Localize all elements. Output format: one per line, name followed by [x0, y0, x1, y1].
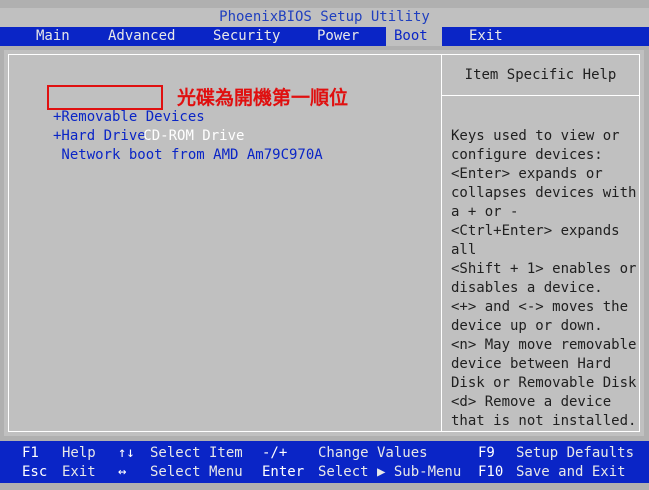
help-line: <Ctrl+Enter> expands — [451, 223, 620, 239]
help-line: device up or down. — [451, 318, 603, 334]
help-line: <n> May move removable — [451, 337, 637, 353]
boot-item-label: CD-ROM Drive — [143, 128, 245, 144]
help-line: <Shift + 1> enables or — [451, 261, 637, 277]
menu-security[interactable]: Security — [205, 27, 288, 46]
arrow-updown-icon: ↑↓ — [118, 445, 135, 461]
annotation-label: 光碟為開機第一順位 — [177, 87, 349, 109]
help-line: Disk or Removable Disk — [451, 375, 637, 391]
key-f1-label: Help — [62, 445, 96, 461]
menu-bar: Main Advanced Security Power Boot Exit — [0, 27, 649, 46]
help-line: configure devices: — [451, 147, 603, 163]
key-select-menu-label: Select Menu — [150, 464, 243, 480]
help-line: device between Hard — [451, 356, 612, 372]
help-line: collapses devices with — [451, 185, 637, 201]
key-f1: F1 — [22, 445, 39, 461]
arrow-leftright-icon: ↔ — [118, 464, 127, 480]
help-line: <+> and <-> moves the — [451, 299, 629, 315]
help-title: Item Specific Help — [442, 55, 639, 96]
content-frame: CD-ROM Drive +Removable Devices +Hard Dr… — [8, 54, 640, 432]
key-minus-plus: -/+ — [262, 445, 288, 461]
help-line: <Enter> expands or — [451, 166, 603, 182]
help-line: <d> Remove a device — [451, 394, 612, 410]
key-submenu-label: Select ▶ Sub-Menu — [318, 464, 462, 480]
menu-main[interactable]: Main — [28, 27, 78, 46]
window-title: PhoenixBIOS Setup Utility — [0, 8, 649, 27]
key-enter: Enter — [262, 464, 305, 480]
key-change-values-label: Change Values — [318, 445, 428, 461]
help-text: Keys used to view or configure devices: … — [451, 127, 639, 431]
menu-exit[interactable]: Exit — [461, 27, 511, 46]
help-line: a + or - — [451, 204, 519, 220]
key-legend-footer: F1 Help ↑↓ Select Item -/+ Change Values… — [0, 441, 649, 483]
key-setup-defaults-label: Setup Defaults — [516, 445, 635, 461]
help-line: disables a device. — [451, 280, 603, 296]
boot-item-network[interactable]: Network boot from AMD Am79C970A — [53, 146, 322, 165]
menu-advanced[interactable]: Advanced — [100, 27, 183, 46]
panel-divider — [441, 55, 442, 431]
main-panel: CD-ROM Drive +Removable Devices +Hard Dr… — [4, 50, 644, 436]
key-save-exit-label: Save and Exit — [516, 464, 626, 480]
bios-screen: PhoenixBIOS Setup Utility Main Advanced … — [0, 0, 649, 490]
menu-power[interactable]: Power — [309, 27, 367, 46]
key-esc-label: Exit — [62, 464, 96, 480]
key-select-item-label: Select Item — [150, 445, 243, 461]
selection-highlight-box — [47, 85, 163, 110]
key-esc: Esc — [22, 464, 48, 480]
help-line: Keys used to view or — [451, 128, 620, 144]
key-f10: F10 — [478, 464, 504, 480]
help-line: that is not installed. — [451, 413, 637, 429]
help-line: all — [451, 242, 477, 258]
key-f9: F9 — [478, 445, 495, 461]
menu-boot[interactable]: Boot — [386, 27, 442, 46]
